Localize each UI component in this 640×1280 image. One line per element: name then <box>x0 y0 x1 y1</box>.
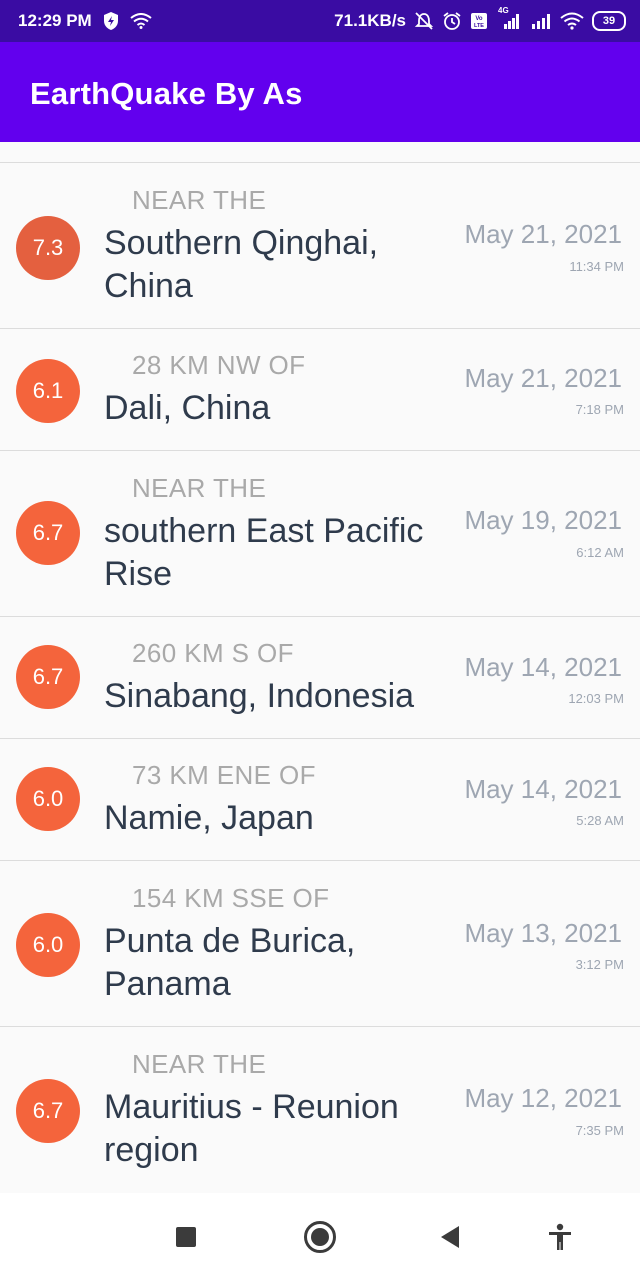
earthquake-list[interactable]: 7.3 NEAR THE Southern Qinghai, China May 21… <box>0 162 640 1196</box>
list-item[interactable]: 6.7 NEAR THE southern East Pacific Rise May… <box>0 450 640 616</box>
location-offset: 73 KM ENE OF <box>132 760 316 790</box>
magnitude-badge: 6.1 <box>16 359 80 423</box>
magnitude-badge: 6.7 <box>16 1079 80 1143</box>
shield-icon <box>102 11 120 31</box>
app-bar: EarthQuake By As <box>0 42 640 142</box>
location-offset: NEAR THE <box>132 473 267 503</box>
signal-icon: 4G <box>496 6 522 30</box>
quake-date: May 21, 2021 <box>464 219 622 249</box>
quake-date: May 12, 2021 <box>464 1083 622 1113</box>
primary-location: Sinabang, Indonesia <box>104 677 415 715</box>
list-item[interactable]: 7.3 NEAR THE Southern Qinghai, China May 21… <box>0 162 640 328</box>
network-speed: 71.1KB/s <box>334 11 406 30</box>
quake-date: May 14, 2021 <box>464 652 622 682</box>
quake-date: May 13, 2021 <box>464 918 622 948</box>
list-item[interactable]: 6.1 28 KM NW OF Dali, China May 21, 2021 7:1… <box>0 328 640 450</box>
alarm-icon <box>442 11 462 31</box>
quake-time: 6:12 AM <box>576 545 624 560</box>
network-type: 4G <box>498 6 509 15</box>
app-title: EarthQuake By As <box>30 76 303 111</box>
wifi-icon <box>130 13 152 29</box>
location-offset: 260 KM S OF <box>132 638 294 668</box>
magnitude-badge: 6.0 <box>16 767 80 831</box>
quake-time: 11:34 PM <box>569 259 624 274</box>
recents-button[interactable] <box>166 1217 206 1257</box>
recents-icon <box>176 1227 196 1247</box>
back-button[interactable] <box>430 1217 470 1257</box>
svg-text:LTE: LTE <box>474 23 484 29</box>
quake-date: May 21, 2021 <box>464 363 622 393</box>
home-button[interactable] <box>300 1217 340 1257</box>
list-item[interactable]: 6.7 260 KM S OF Sinabang, Indonesia May 14,… <box>0 616 640 738</box>
accessibility-button[interactable] <box>540 1217 580 1257</box>
quake-date: May 14, 2021 <box>464 774 622 804</box>
primary-location: southern East Pacific Rise <box>104 512 424 593</box>
primary-location: Mauritius - Reunion region <box>104 1088 399 1169</box>
accessibility-icon <box>549 1223 571 1250</box>
location-offset: NEAR THE <box>132 185 267 215</box>
home-icon <box>304 1221 336 1253</box>
quake-time: 7:18 PM <box>575 402 624 417</box>
quake-time: 7:35 PM <box>575 1123 624 1138</box>
location-offset: 154 KM SSE OF <box>132 883 330 913</box>
magnitude-badge: 7.3 <box>16 216 80 280</box>
volte-icon: Vo LTE <box>470 12 488 30</box>
magnitude-badge: 6.0 <box>16 913 80 977</box>
battery-level: 39 <box>602 14 616 27</box>
location-offset: NEAR THE <box>132 1049 267 1079</box>
svg-text:Vo: Vo <box>475 16 483 22</box>
list-item[interactable]: 6.0 73 KM ENE OF Namie, Japan May 14, 2021 5… <box>0 738 640 860</box>
list-item[interactable]: 6.7 NEAR THE Mauritius - Reunion region May… <box>0 1026 640 1196</box>
battery-icon: 39 <box>592 11 626 31</box>
quake-time: 3:12 PM <box>575 957 624 972</box>
quake-time: 12:03 PM <box>568 691 624 706</box>
quake-date: May 19, 2021 <box>464 505 622 535</box>
signal-icon <box>530 12 552 30</box>
list-item[interactable]: 6.0 154 KM SSE OF Punta de Burica, Panama M… <box>0 860 640 1026</box>
location-offset: 28 KM NW OF <box>132 350 306 380</box>
alarm-off-icon <box>414 11 434 31</box>
magnitude-badge: 6.7 <box>16 501 80 565</box>
status-bar: 12:29 PM 71.1KB/s Vo LTE 4G 39 <box>0 0 640 42</box>
navigation-bar <box>0 1193 640 1280</box>
status-time: 12:29 PM <box>18 11 92 30</box>
quake-time: 5:28 AM <box>576 813 624 828</box>
primary-location: Southern Qinghai, China <box>104 224 379 305</box>
primary-location: Namie, Japan <box>104 799 314 837</box>
magnitude-badge: 6.7 <box>16 645 80 709</box>
wifi-icon <box>560 12 584 30</box>
primary-location: Dali, China <box>104 389 271 427</box>
back-icon <box>441 1226 459 1248</box>
primary-location: Punta de Burica, Panama <box>104 922 356 1003</box>
